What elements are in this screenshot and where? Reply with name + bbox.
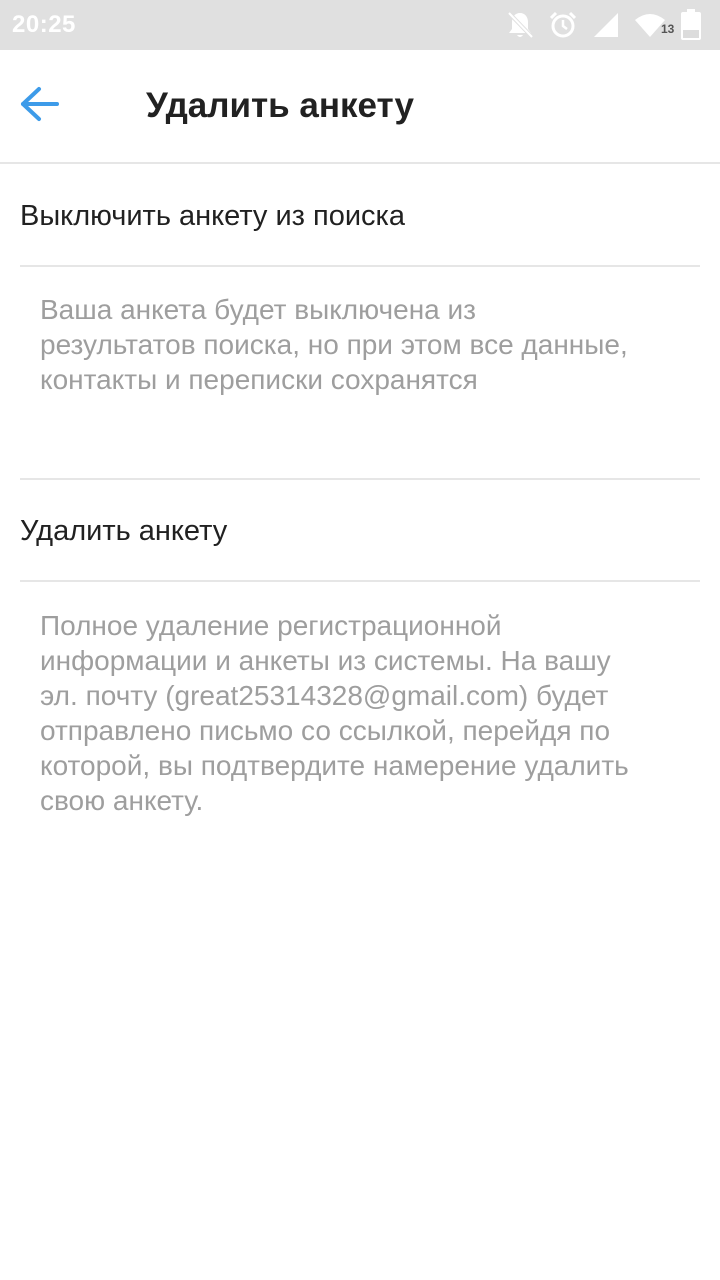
app-bar: Удалить анкету (0, 50, 720, 164)
description-line: которой, вы подтвердите намерение удалит… (40, 750, 629, 781)
divider (20, 478, 700, 480)
disable-profile-option[interactable]: Выключить анкету из поиска (20, 200, 700, 233)
description-line: результатов поиска, но при этом все данн… (40, 329, 628, 360)
alarm-icon (548, 10, 578, 40)
description-line: Полное удаление регистрационной (40, 610, 502, 641)
arrow-back-icon (20, 86, 60, 127)
divider (20, 580, 700, 582)
signal-icon (592, 11, 620, 39)
status-bar: 20:25 13 (0, 0, 720, 50)
page-title: Удалить анкету (146, 86, 414, 125)
description-line: свою анкету. (40, 785, 204, 816)
disable-profile-description: Ваша анкета будет выключена из результат… (40, 292, 690, 397)
delete-profile-option[interactable]: Удалить анкету (20, 515, 700, 548)
back-button[interactable] (14, 80, 66, 132)
status-icons: 13 (506, 8, 702, 42)
description-line: контакты и переписки сохранятся (40, 364, 478, 395)
battery-level: 13 (661, 22, 675, 36)
status-time: 20:25 (12, 11, 76, 38)
description-line: Ваша анкета будет выключена из (40, 294, 476, 325)
battery-icon: 13 (661, 9, 702, 41)
bell-off-icon (506, 10, 534, 40)
description-line: отправлено письмо со ссылкой, перейдя по (40, 715, 611, 746)
divider (20, 265, 700, 267)
description-line: эл. почту (great25314328@gmail.com) буде… (40, 680, 609, 711)
delete-profile-description: Полное удаление регистрационной информац… (40, 608, 690, 818)
description-line: информации и анкеты из системы. На вашу (40, 645, 611, 676)
